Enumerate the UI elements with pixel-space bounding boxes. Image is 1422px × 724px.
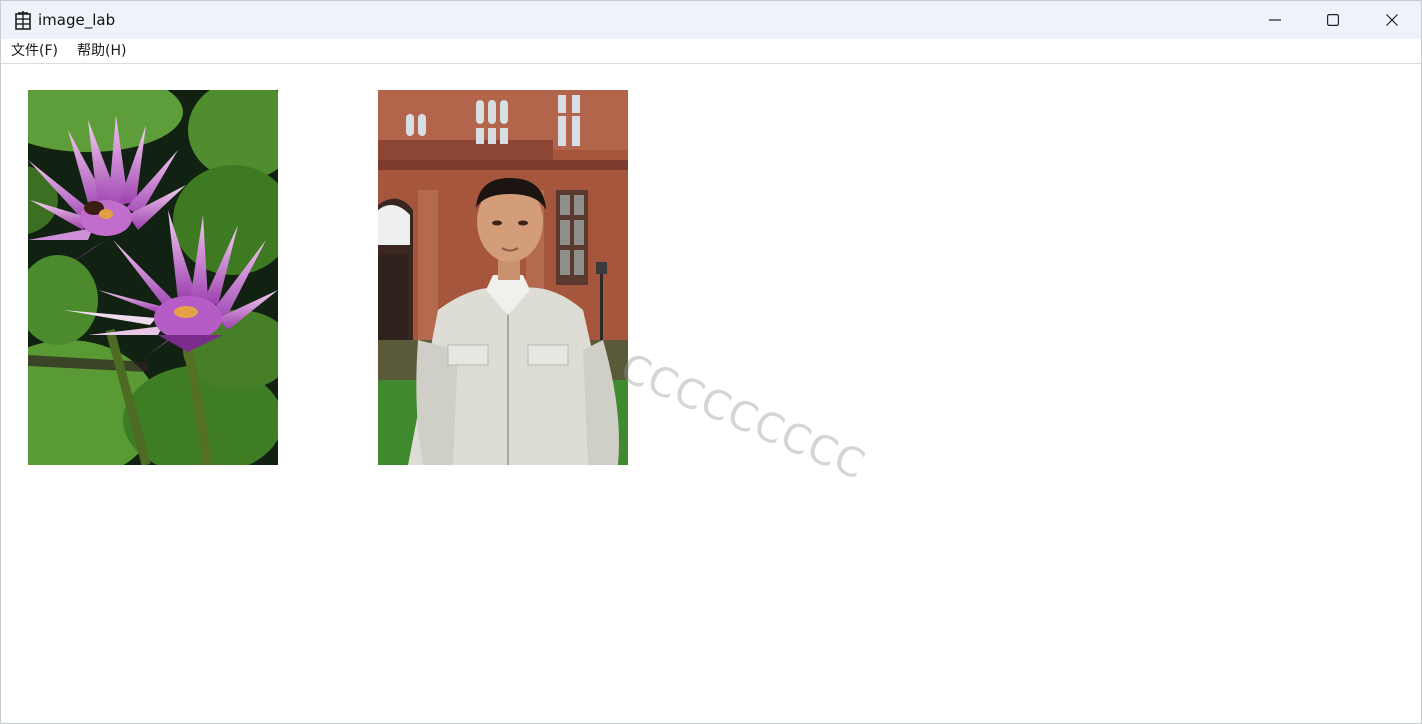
close-icon: [1386, 11, 1398, 30]
maximize-icon: [1327, 11, 1340, 30]
window-title: image_lab: [38, 11, 116, 29]
title-bar[interactable]: image_lab: [1, 1, 1421, 39]
minimize-icon: [1269, 11, 1281, 30]
menu-help[interactable]: 帮助(H): [77, 43, 126, 60]
app-window: image_lab 文件(F) 帮助(H) CCCCCCCCC: [0, 0, 1422, 724]
app-grid-icon: [14, 10, 32, 30]
portrait-photo: [378, 90, 628, 465]
watermark-text: CCCCCCCCC: [614, 344, 872, 489]
lotus-flowers-photo: [28, 90, 278, 465]
close-button[interactable]: [1363, 1, 1421, 39]
minimize-button[interactable]: [1246, 1, 1304, 39]
menu-bar: 文件(F) 帮助(H): [1, 39, 1421, 64]
maximize-button[interactable]: [1304, 1, 1362, 39]
menu-file[interactable]: 文件(F): [11, 43, 58, 60]
